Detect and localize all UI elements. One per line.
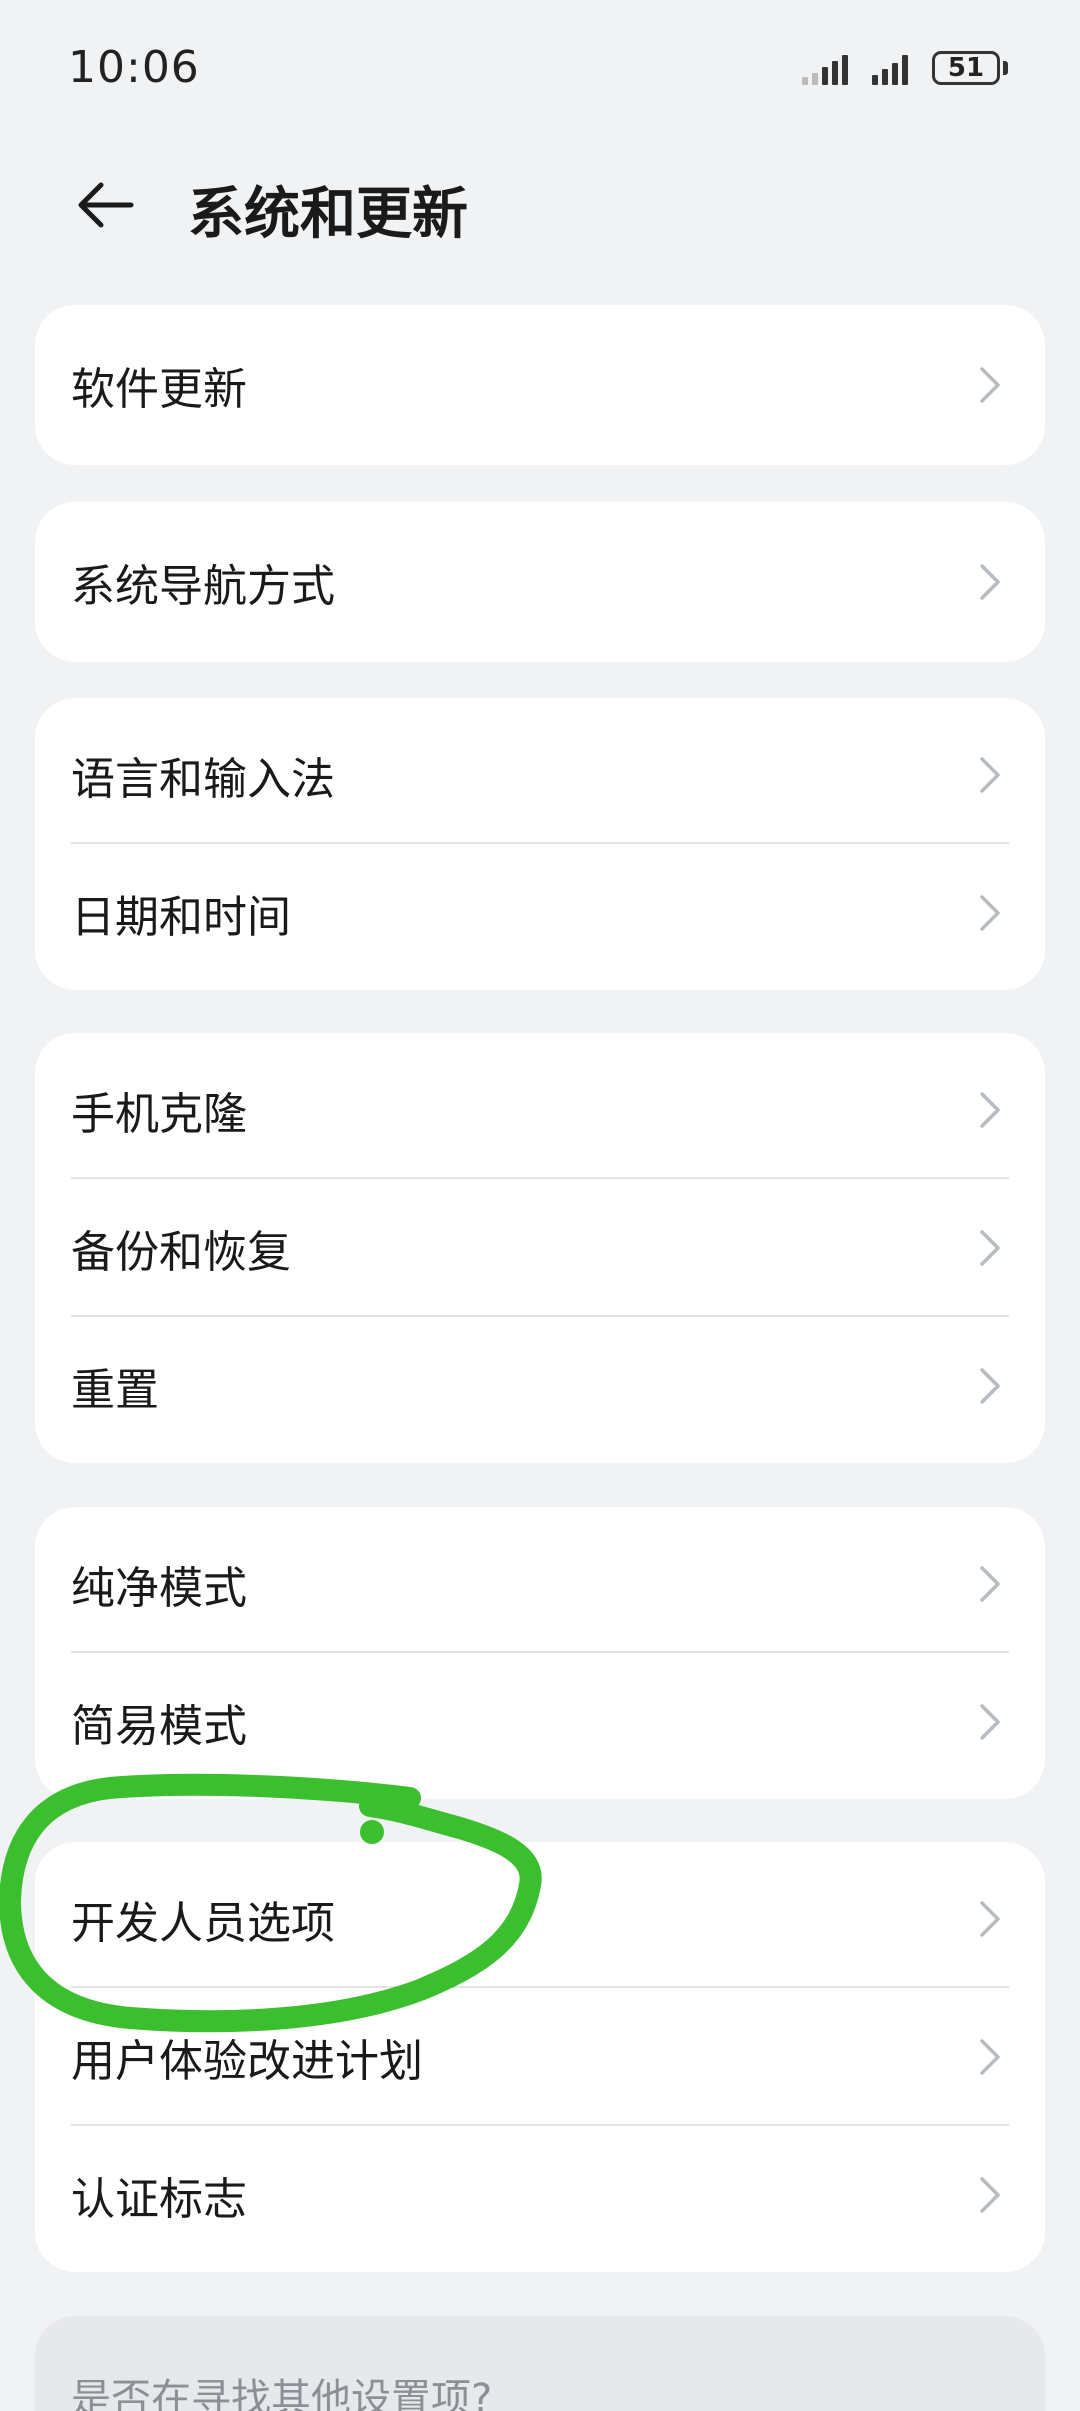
battery-level: 51 <box>947 53 985 83</box>
chevron-right-icon <box>975 1698 1005 1746</box>
item-label: 简易模式 <box>71 1701 247 1752</box>
item-label: 纯净模式 <box>71 1563 247 1614</box>
chevron-right-icon <box>975 1224 1005 1272</box>
system-navigation-item[interactable]: 系统导航方式 <box>35 502 1045 662</box>
date-time-item[interactable]: 日期和时间 <box>35 844 1045 982</box>
signal-1-icon <box>802 51 852 85</box>
item-label: 手机克隆 <box>71 1089 247 1140</box>
status-icons: 51 <box>802 48 1008 88</box>
backup-restore-item[interactable]: 备份和恢复 <box>35 1179 1045 1317</box>
settings-screen: 10:06 51 系统和更新 软件更新 系统导航方式 语言和输入法 日期和时间 … <box>0 0 1080 2411</box>
item-label: 备份和恢复 <box>71 1227 291 1278</box>
chevron-right-icon <box>975 361 1005 409</box>
battery-tip <box>1003 61 1008 75</box>
item-label: 系统导航方式 <box>71 561 335 612</box>
signal-2-icon <box>872 51 912 85</box>
chevron-right-icon <box>975 751 1005 799</box>
battery-icon: 51 <box>932 51 1000 85</box>
language-input-item[interactable]: 语言和输入法 <box>35 706 1045 844</box>
user-experience-item[interactable]: 用户体验改进计划 <box>35 1988 1045 2126</box>
chevron-right-icon <box>975 1086 1005 1134</box>
header: 系统和更新 <box>0 135 1080 270</box>
certification-logo-item[interactable]: 认证标志 <box>35 2126 1045 2264</box>
chevron-right-icon <box>975 2171 1005 2219</box>
settings-group: 语言和输入法 日期和时间 <box>35 698 1045 990</box>
page-title: 系统和更新 <box>188 182 468 247</box>
status-time: 10:06 <box>68 42 200 93</box>
item-label: 认证标志 <box>71 2174 247 2225</box>
developer-options-item[interactable]: 开发人员选项 <box>35 1850 1045 1988</box>
item-label: 日期和时间 <box>71 892 291 943</box>
item-label: 语言和输入法 <box>71 754 335 805</box>
chevron-right-icon <box>975 558 1005 606</box>
back-button[interactable] <box>60 160 150 250</box>
settings-group: 软件更新 <box>35 305 1045 465</box>
settings-group: 手机克隆 备份和恢复 重置 <box>35 1033 1045 1463</box>
reset-item[interactable]: 重置 <box>35 1317 1045 1455</box>
settings-group: 开发人员选项 用户体验改进计划 认证标志 <box>35 1842 1045 2272</box>
settings-group: 纯净模式 简易模式 <box>35 1507 1045 1799</box>
search-suggestion-card[interactable]: 是否在寻找其他设置项? <box>35 2316 1045 2411</box>
item-label: 用户体验改进计划 <box>71 2036 423 2087</box>
chevron-right-icon <box>975 889 1005 937</box>
pure-mode-item[interactable]: 纯净模式 <box>35 1515 1045 1653</box>
chevron-right-icon <box>975 1560 1005 1608</box>
simple-mode-item[interactable]: 简易模式 <box>35 1653 1045 1791</box>
status-bar: 10:06 51 <box>0 0 1080 135</box>
chevron-right-icon <box>975 2033 1005 2081</box>
chevron-right-icon <box>975 1895 1005 1943</box>
back-arrow-icon <box>78 182 134 228</box>
search-suggestion-text: 是否在寻找其他设置项? <box>71 2376 493 2411</box>
settings-group: 系统导航方式 <box>35 502 1045 662</box>
chevron-right-icon <box>975 1362 1005 1410</box>
item-label: 软件更新 <box>71 364 247 415</box>
item-label: 重置 <box>71 1365 159 1416</box>
phone-clone-item[interactable]: 手机克隆 <box>35 1041 1045 1179</box>
item-label: 开发人员选项 <box>71 1898 335 1949</box>
software-update-item[interactable]: 软件更新 <box>35 305 1045 465</box>
